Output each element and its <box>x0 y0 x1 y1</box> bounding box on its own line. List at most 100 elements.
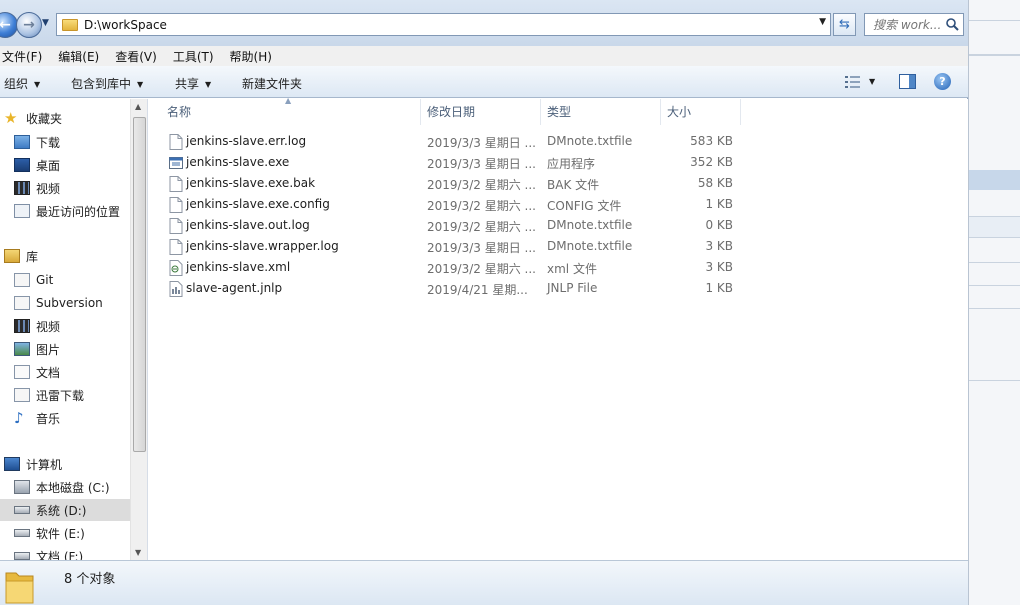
column-header-size[interactable]: 大小 <box>661 99 741 125</box>
nav-item-thunder-downloads[interactable]: 迅雷下载 <box>14 384 144 406</box>
file-size: 3 KB <box>705 239 733 253</box>
status-bar: 8 个对象 <box>0 560 968 605</box>
nav-item-label: 视频 <box>36 319 61 334</box>
file-row[interactable]: jenkins-slave.err.log 2019/3/3 星期日 ... D… <box>161 131 741 152</box>
column-headers: ▲ 名称 修改日期 类型 大小 <box>149 96 968 125</box>
file-row[interactable]: slave-agent.jnlp 2019/4/21 星期... JNLP Fi… <box>161 278 741 299</box>
nav-item-label: 文档 <box>36 365 61 380</box>
include-library-button[interactable]: 包含到库中 ▼ <box>71 75 143 92</box>
menu-bar: 文件(F) 编辑(E) 查看(V) 工具(T) 帮助(H) <box>0 46 968 66</box>
nav-item-label: 视频 <box>36 181 61 196</box>
folder-icon <box>5 572 34 604</box>
nav-item-documents[interactable]: 文档 <box>14 361 144 383</box>
nav-item-videos[interactable]: 视频 <box>14 315 144 337</box>
file-row[interactable]: jenkins-slave.exe 2019/3/3 星期日 ... 应用程序 … <box>161 152 741 173</box>
file-date: 2019/3/3 星期日 ... <box>427 157 536 171</box>
document-library-icon <box>14 296 30 310</box>
nav-item-label: 本地磁盘 (C:) <box>36 480 110 495</box>
address-bar[interactable]: D:\workSpace ▼ <box>56 13 831 36</box>
documents-icon <box>14 365 30 379</box>
file-type: DMnote.txtfile <box>547 218 633 232</box>
column-header-type[interactable]: 类型 <box>541 99 661 125</box>
nav-item-downloads[interactable]: 下载 <box>14 131 144 153</box>
search-box[interactable] <box>864 13 964 36</box>
folder-icon <box>62 18 78 31</box>
menu-edit[interactable]: 编辑(E) <box>50 48 107 65</box>
file-name: jenkins-slave.exe.config <box>186 197 330 211</box>
file-row[interactable]: jenkins-slave.exe.config 2019/3/2 星期六 ..… <box>161 194 741 215</box>
nav-item-drive-c[interactable]: 本地磁盘 (C:) <box>14 476 144 498</box>
computer-icon <box>4 457 20 471</box>
file-date: 2019/3/2 星期六 ... <box>427 199 536 213</box>
nav-item-label: 图片 <box>36 342 61 357</box>
menu-view[interactable]: 查看(V) <box>107 48 165 65</box>
help-icon[interactable]: ? <box>934 73 951 90</box>
nav-item-videos-fav[interactable]: 视频 <box>14 177 144 199</box>
nav-libraries[interactable]: 库 <box>4 245 134 267</box>
nav-item-label: 最近访问的位置 <box>36 204 121 219</box>
nav-item-drive-f[interactable]: 文档 (F:) <box>14 545 144 560</box>
file-date: 2019/4/21 星期... <box>427 283 528 297</box>
file-row[interactable]: jenkins-slave.out.log 2019/3/2 星期六 ... D… <box>161 215 741 236</box>
refresh-button[interactable]: ⇆ <box>833 13 856 36</box>
nav-item-pictures[interactable]: 图片 <box>14 338 144 360</box>
file-name: jenkins-slave.exe.bak <box>186 176 316 190</box>
nav-favorites[interactable]: ★ 收藏夹 <box>4 107 134 129</box>
file-name: jenkins-slave.err.log <box>186 134 307 148</box>
organize-label: 组织 <box>4 77 29 91</box>
file-row[interactable]: jenkins-slave.exe.bak 2019/3/2 星期六 ... B… <box>161 173 741 194</box>
chevron-down-icon: ▼ <box>205 80 212 89</box>
file-row[interactable]: jenkins-slave.xml 2019/3/2 星期六 ... xml 文… <box>161 257 741 278</box>
file-size: 0 KB <box>705 218 733 232</box>
menu-file[interactable]: 文件(F) <box>0 48 50 65</box>
nav-item-label: 文档 (F:) <box>36 549 84 561</box>
nav-item-git[interactable]: Git <box>14 269 144 291</box>
preview-pane-icon[interactable] <box>899 74 916 89</box>
text-file-icon <box>169 217 183 234</box>
file-size: 1 KB <box>705 197 733 211</box>
file-type: JNLP File <box>547 281 598 295</box>
nav-item-recent[interactable]: 最近访问的位置 <box>14 200 144 222</box>
address-dropdown-icon[interactable]: ▼ <box>819 17 826 27</box>
organize-button[interactable]: 组织 ▼ <box>4 75 40 92</box>
nav-item-label: 下载 <box>36 135 61 150</box>
nav-item-drive-e[interactable]: 软件 (E:) <box>14 522 144 544</box>
file-date: 2019/3/3 星期日 ... <box>427 136 536 150</box>
file-size: 352 KB <box>690 155 733 169</box>
nav-item-music[interactable]: ♪ 音乐 <box>14 407 144 429</box>
scrollbar-thumb[interactable] <box>133 117 146 452</box>
nav-item-desktop[interactable]: 桌面 <box>14 154 144 176</box>
background-window <box>968 0 1020 605</box>
column-header-date[interactable]: 修改日期 <box>421 99 541 125</box>
navigation-scrollbar[interactable]: ▲ ▼ <box>130 99 147 560</box>
address-path[interactable]: D:\workSpace <box>84 18 167 32</box>
forward-button[interactable]: → <box>16 12 42 38</box>
nav-item-label: 桌面 <box>36 158 61 173</box>
chevron-down-icon: ▼ <box>137 80 144 89</box>
jnlp-file-icon <box>169 280 183 297</box>
nav-item-drive-d[interactable]: 系统 (D:) <box>0 499 130 521</box>
nav-item-subversion[interactable]: Subversion <box>14 292 144 314</box>
column-header-name[interactable]: 名称 <box>161 99 421 125</box>
file-row[interactable]: jenkins-slave.wrapper.log 2019/3/3 星期日 .… <box>161 236 741 257</box>
text-file-icon <box>169 238 183 255</box>
file-list: ▲ 名称 修改日期 类型 大小 jenkins-slave.err.log 20… <box>149 96 968 560</box>
file-name: jenkins-slave.xml <box>186 260 291 274</box>
menu-tools[interactable]: 工具(T) <box>165 48 222 65</box>
view-dropdown-icon[interactable]: ▼ <box>869 77 875 86</box>
search-input[interactable] <box>873 17 951 32</box>
view-options-icon[interactable] <box>845 75 861 89</box>
file-type: BAK 文件 <box>547 178 600 192</box>
recent-pages-dropdown[interactable]: ▼ <box>42 18 54 30</box>
file-name: jenkins-slave.out.log <box>186 218 310 232</box>
scroll-up-icon[interactable]: ▲ <box>135 102 141 111</box>
search-icon[interactable] <box>945 17 959 31</box>
share-button[interactable]: 共享 ▼ <box>175 75 211 92</box>
nav-item-label: 系统 (D:) <box>36 503 87 518</box>
new-folder-button[interactable]: 新建文件夹 <box>242 75 302 92</box>
scroll-down-icon[interactable]: ▼ <box>135 548 141 557</box>
hard-drive-icon <box>14 552 30 560</box>
file-size: 583 KB <box>690 134 733 148</box>
menu-help[interactable]: 帮助(H) <box>222 48 280 65</box>
nav-computer[interactable]: 计算机 <box>4 453 134 475</box>
